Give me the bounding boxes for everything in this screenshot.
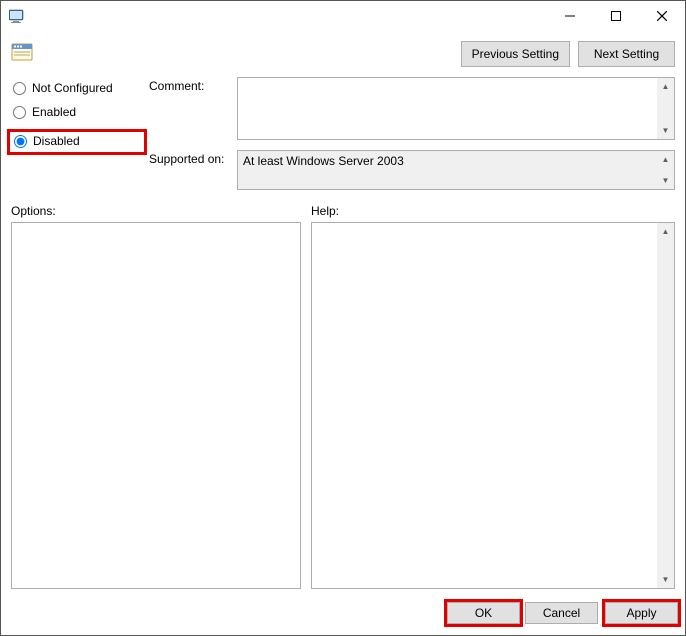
radio-enabled[interactable]: Enabled (11, 105, 141, 119)
app-icon (9, 8, 25, 24)
supported-scrollbar[interactable]: ▲ ▼ (657, 151, 674, 189)
radio-not-configured-input[interactable] (13, 82, 26, 95)
supported-on-field: At least Windows Server 2003 ▲ ▼ (237, 150, 675, 190)
gpo-setting-dialog: Previous Setting Next Setting Not Config… (0, 0, 686, 636)
scroll-down-icon[interactable]: ▼ (657, 571, 674, 588)
scroll-down-icon[interactable]: ▼ (657, 122, 674, 139)
options-label: Options: (11, 204, 301, 218)
help-panel: ▲ ▼ (311, 222, 675, 589)
comment-field[interactable]: ▲ ▼ (237, 77, 675, 140)
cancel-button[interactable]: Cancel (525, 602, 598, 624)
scroll-up-icon[interactable]: ▲ (657, 151, 674, 168)
apply-button[interactable]: Apply (605, 602, 678, 624)
comment-scrollbar[interactable]: ▲ ▼ (657, 78, 674, 139)
help-scrollbar[interactable]: ▲ ▼ (657, 223, 674, 588)
scroll-up-icon[interactable]: ▲ (657, 78, 674, 95)
disabled-highlight: Disabled (7, 129, 147, 155)
radio-disabled-input[interactable] (14, 135, 27, 148)
radio-enabled-input[interactable] (13, 106, 26, 119)
ok-button[interactable]: OK (447, 602, 520, 624)
supported-on-value: At least Windows Server 2003 (238, 151, 657, 189)
comment-textarea[interactable] (238, 78, 657, 139)
policy-icon (11, 41, 35, 63)
titlebar (1, 1, 685, 31)
previous-setting-button[interactable]: Previous Setting (461, 41, 570, 67)
apply-highlight: Apply (602, 599, 681, 627)
ok-highlight: OK (444, 599, 523, 627)
comment-label: Comment: (149, 77, 231, 93)
scroll-up-icon[interactable]: ▲ (657, 223, 674, 240)
minimize-button[interactable] (547, 1, 593, 31)
scroll-down-icon[interactable]: ▼ (657, 172, 674, 189)
radio-disabled-label: Disabled (33, 134, 80, 148)
radio-not-configured[interactable]: Not Configured (11, 81, 141, 95)
help-label: Help: (311, 204, 675, 218)
supported-on-label: Supported on: (149, 150, 231, 166)
options-content (12, 223, 300, 588)
next-setting-button[interactable]: Next Setting (578, 41, 675, 67)
maximize-button[interactable] (593, 1, 639, 31)
radio-enabled-label: Enabled (32, 105, 76, 119)
options-panel (11, 222, 301, 589)
help-content (312, 223, 657, 588)
radio-disabled[interactable]: Disabled (12, 134, 138, 148)
close-button[interactable] (639, 1, 685, 31)
radio-not-configured-label: Not Configured (32, 81, 113, 95)
